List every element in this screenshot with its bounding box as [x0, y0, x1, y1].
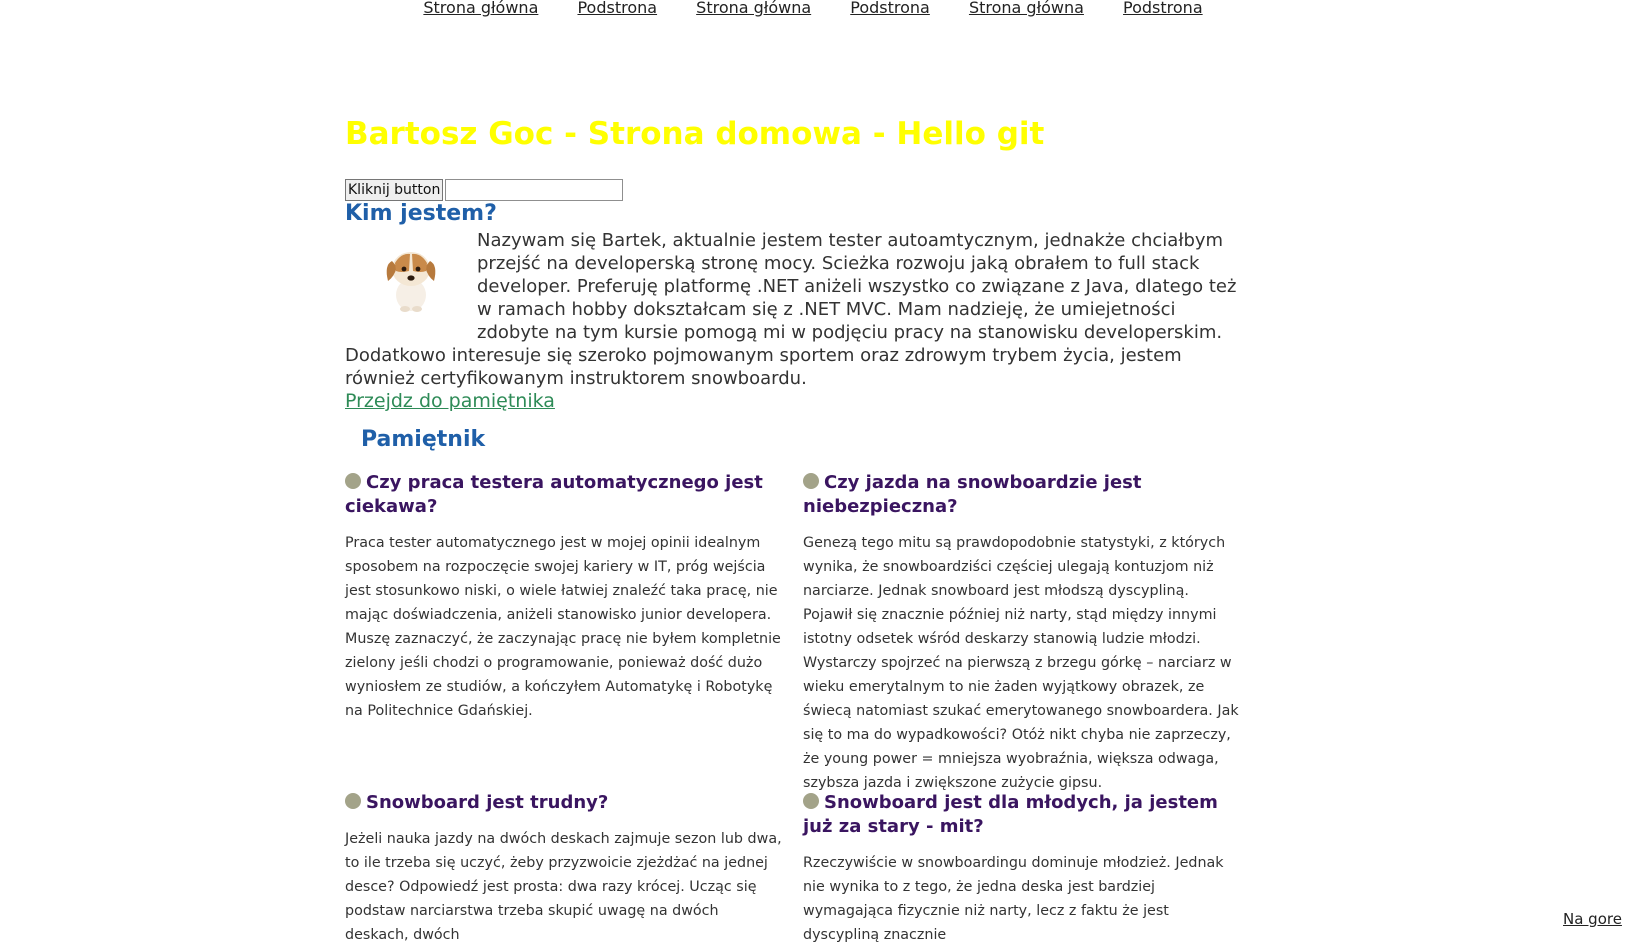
nav-link-home-3[interactable]: Strona główna: [969, 0, 1084, 17]
page-title: Bartosz Goc - Strona domowa - Hello git: [345, 116, 1045, 152]
diary-entry: Czy jazda na snowboardzie jest niebezpie…: [803, 471, 1241, 795]
bullet-icon: [803, 473, 819, 489]
controls-row: Kliknij button: [345, 179, 624, 201]
puppy-illustration-icon: [386, 252, 436, 312]
nav-link-subpage-3[interactable]: Podstrona: [1123, 0, 1203, 17]
top-navigation: Strona główna Podstrona Strona główna Po…: [0, 0, 1626, 17]
about-text: Nazywam się Bartek, aktualnie jestem tes…: [345, 230, 1237, 389]
diary-entry: Czy praca testera automatycznego jest ci…: [345, 471, 783, 723]
bullet-icon: [345, 473, 361, 489]
diary-entry-text: Genezą tego mitu są prawdopodobnie staty…: [803, 535, 1239, 791]
dog-image: [345, 229, 477, 325]
nav-link-subpage-1[interactable]: Podstrona: [577, 0, 657, 17]
click-button[interactable]: Kliknij button: [345, 179, 444, 201]
back-to-top-link[interactable]: Na gore: [1563, 910, 1622, 928]
nav-link-home-2[interactable]: Strona główna: [696, 0, 811, 17]
diary-entry-text: Rzeczywiście w snowboardingu dominuje mł…: [803, 855, 1224, 943]
diary-entry-title: Snowboard jest trudny?: [345, 791, 783, 815]
diary-entry: Snowboard jest trudny? Jeżeli nauka jazd…: [345, 791, 783, 947]
nav-link-subpage-2[interactable]: Podstrona: [850, 0, 930, 17]
text-input[interactable]: [445, 179, 624, 201]
bullet-icon: [345, 793, 361, 809]
diary-heading: Pamiętnik: [361, 427, 486, 452]
bullet-icon: [803, 793, 819, 809]
diary-entry-text: Jeżeli nauka jazdy na dwóch deskach zajm…: [345, 831, 782, 943]
nav-link-home-1[interactable]: Strona główna: [423, 0, 538, 17]
diary-entry-title: Czy jazda na snowboardzie jest niebezpie…: [803, 472, 1142, 517]
about-heading: Kim jestem?: [345, 201, 497, 226]
diary-link[interactable]: Przejdz do pamiętnika: [345, 390, 555, 412]
about-section: Nazywam się Bartek, aktualnie jestem tes…: [345, 229, 1245, 390]
diary-entry: Snowboard jest dla młodych, ja jestem ju…: [803, 791, 1241, 947]
diary-entry-title: Czy praca testera automatycznego jest ci…: [345, 472, 763, 517]
diary-entry-title: Snowboard jest dla młodych, ja jestem ju…: [803, 792, 1218, 837]
diary-entry-text: Praca tester automatycznego jest w mojej…: [345, 535, 781, 719]
